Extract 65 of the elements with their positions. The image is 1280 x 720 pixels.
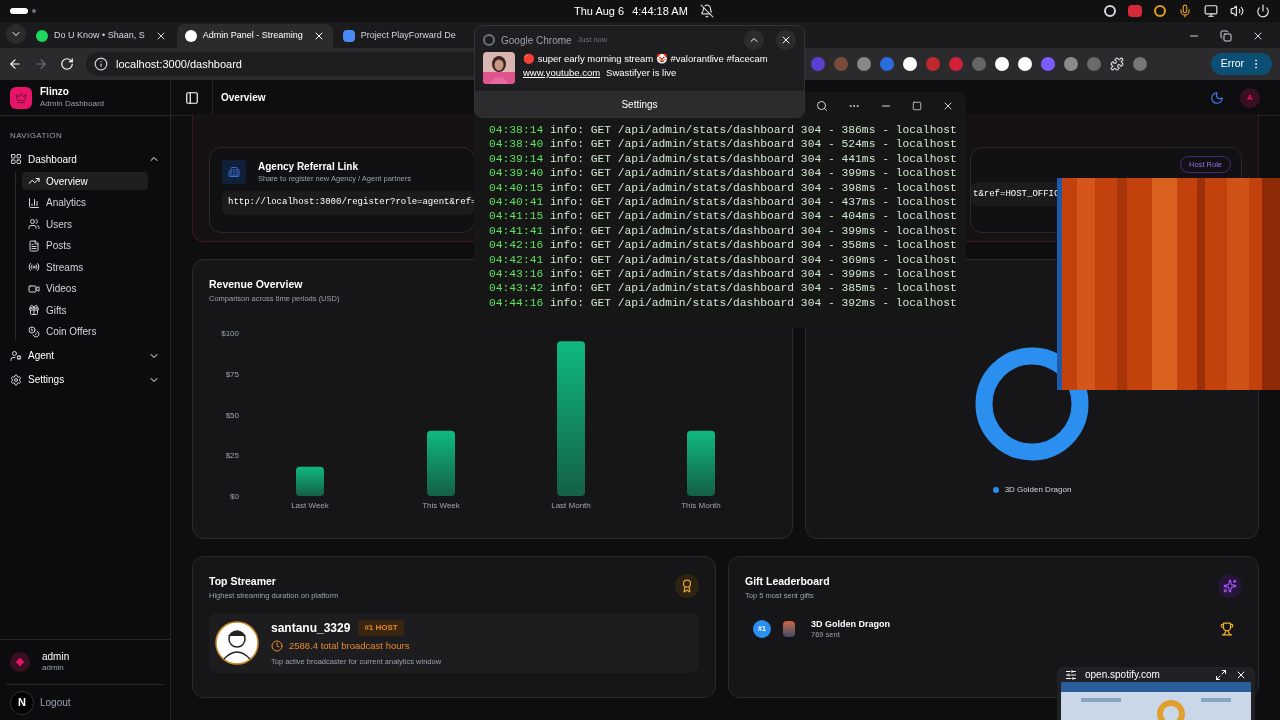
notification-message: 🔴 super early morning stream 🤡 #valorantlive #facecam <box>523 52 768 66</box>
header-avatar[interactable]: A <box>1240 87 1260 108</box>
log-line: 04:43:42 info: GET /api/admin/stats/dashboard 304 - 385ms - localhost <box>489 281 958 296</box>
log-line: 04:38:40 info: GET /api/admin/stats/dashboard 304 - 524ms - localhost <box>489 137 958 152</box>
app-name: Google Chrome <box>501 33 572 48</box>
nav-item[interactable]: Dashboard <box>10 150 160 168</box>
streamer-name: santanu_3329 <box>271 620 351 638</box>
axis-tick-label: $75 <box>225 369 239 379</box>
url-field[interactable]: http://localhost:3000/register?role=agent&ref= <box>222 191 474 215</box>
nav-subitem[interactable]: Streams <box>22 258 148 276</box>
card-title: Top Streamer <box>209 574 277 589</box>
browser-tab[interactable]: Admin Panel - Streaming <box>176 24 333 48</box>
rank-badge: #1 HOST <box>358 620 404 637</box>
nav-item[interactable]: Settings <box>10 370 160 389</box>
tab-title: Do U Know • Shaan, S <box>54 29 145 43</box>
log-line: 04:42:16 info: GET /api/admin/stats/dashboard 304 - 358ms - localhost <box>489 238 958 253</box>
card-title: Gift Leaderboard <box>745 574 831 589</box>
axis-tick-label: $100 <box>221 329 239 338</box>
date-text: Thu Aug 6 <box>574 3 625 19</box>
axis-category-label: This Month <box>681 501 721 510</box>
card-title: Revenue Overview <box>209 277 303 292</box>
user-role: admin <box>42 663 65 674</box>
browser-tab[interactable]: Do U Know • Shaan, S <box>28 24 175 48</box>
nav-subitem[interactable]: Posts <box>22 236 148 255</box>
brand-subtitle: Admin Dashboard <box>40 98 105 109</box>
section-label: NAVIGATION <box>9 130 64 142</box>
card-title: Agency Referral Link <box>258 161 360 174</box>
nav-subitem[interactable]: Gifts <box>22 301 148 319</box>
axis-category-label: Last Week <box>291 501 329 510</box>
log-line: 04:39:14 info: GET /api/admin/stats/dashboard 304 - 441ms - localhost <box>489 151 958 167</box>
user-name: admin <box>42 650 70 664</box>
nav-item[interactable]: Agent <box>10 346 160 365</box>
tab-title: Admin Panel - Streaming <box>202 29 303 43</box>
gift-name: 3D Golden Dragon <box>811 619 890 631</box>
log-line: 04:41:15 info: GET /api/admin/stats/dashboard 304 - 404ms - localhost <box>489 209 958 224</box>
logout-button[interactable]: Logout <box>40 695 71 710</box>
log-line: 04:44:16 info: GET /api/admin/stats/dashboard 304 - 392ms - localhost <box>489 295 958 311</box>
browser-tab[interactable]: Project PlayForward De <box>334 24 464 48</box>
log-line: 04:41:41 info: GET /api/admin/stats/dashboard 304 - 399ms - localhost <box>489 223 958 239</box>
log-line: 04:38:14 info: GET /api/admin/stats/dashboard 304 - 386ms - localhost <box>489 123 958 138</box>
tab-title: Project PlayForward De <box>360 29 456 43</box>
error-button[interactable]: Error <box>1210 53 1272 75</box>
brand-name: Flinzo <box>40 86 70 99</box>
log-line: 04:42:41 info: GET /api/admin/stats/dashboard 304 - 369ms - localhost <box>489 252 958 268</box>
broadcast-hours: 2588.4 total broadcast hours <box>289 639 410 654</box>
axis-tick-label: $0 <box>230 492 239 501</box>
log-line: 04:43:16 info: GET /api/admin/stats/dashboard 304 - 399ms - localhost <box>489 267 958 282</box>
nav-subitem[interactable]: Coin Offers <box>22 322 148 341</box>
settings-button[interactable]: Settings <box>475 91 804 117</box>
nav-subitem[interactable]: Users <box>22 215 148 233</box>
axis-tick-label: $50 <box>225 410 239 420</box>
nav-subitem[interactable]: Overview <box>22 172 148 190</box>
clock-text: 4:44:18 AM <box>632 3 688 19</box>
page-title: Overview <box>221 91 266 105</box>
nav-subitem[interactable]: Videos <box>22 279 148 298</box>
dev-tools-badge[interactable]: N <box>10 690 34 715</box>
log-line: 04:39:40 info: GET /api/admin/stats/dashboard 304 - 399ms - localhost <box>489 166 958 181</box>
axis-category-label: Last Month <box>551 501 591 510</box>
nav-subitem[interactable]: Analytics <box>22 193 148 212</box>
axis-category-label: This Week <box>422 501 460 510</box>
site-url: open.spotify.com <box>1085 668 1160 682</box>
legend-label: 3D Golden Dragon <box>1004 484 1072 496</box>
log-line: 04:40:41 info: GET /api/admin/stats/dashboard 304 - 437ms - localhost <box>489 195 958 210</box>
log-line: 04:40:15 info: GET /api/admin/stats/dashboard 304 - 398ms - localhost <box>489 180 958 196</box>
axis-tick-label: $25 <box>225 451 239 461</box>
